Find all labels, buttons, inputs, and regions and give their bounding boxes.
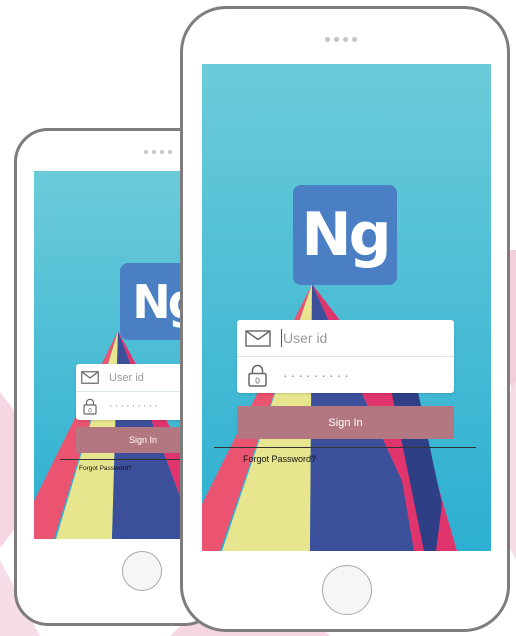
text-caret: [281, 329, 282, 347]
speaker-dots: [144, 150, 172, 154]
home-button[interactable]: [322, 565, 372, 615]
login-screen-front: Ng User id 0 ········· Sign In Forgot Pa…: [202, 64, 491, 551]
padlock-icon: 0: [83, 398, 97, 415]
forgot-password-link[interactable]: Forgot Password?: [79, 465, 132, 472]
screen-background: [202, 64, 491, 551]
svg-text:0: 0: [255, 376, 260, 385]
app-logo: Ng: [293, 185, 397, 285]
phone-mockup-front: Ng User id 0 ········· Sign In Forgot Pa…: [180, 6, 510, 632]
sign-in-button[interactable]: Sign In: [237, 406, 454, 439]
envelope-icon: [81, 371, 99, 384]
padlock-icon: 0: [248, 364, 267, 387]
username-input[interactable]: User id: [283, 330, 327, 346]
username-field[interactable]: User id: [237, 320, 454, 356]
username-input[interactable]: User id: [109, 372, 144, 384]
svg-text:0: 0: [88, 407, 92, 414]
home-button[interactable]: [122, 551, 162, 591]
forgot-password-link[interactable]: Forgot Password?: [243, 454, 316, 464]
login-form: User id 0 ·········: [237, 320, 454, 393]
password-input[interactable]: ·········: [283, 367, 352, 383]
speaker-dots: [325, 37, 357, 42]
password-input[interactable]: ·········: [109, 400, 160, 412]
envelope-icon: [245, 329, 271, 347]
password-field[interactable]: 0 ·········: [237, 357, 454, 393]
divider-line: [214, 447, 476, 448]
